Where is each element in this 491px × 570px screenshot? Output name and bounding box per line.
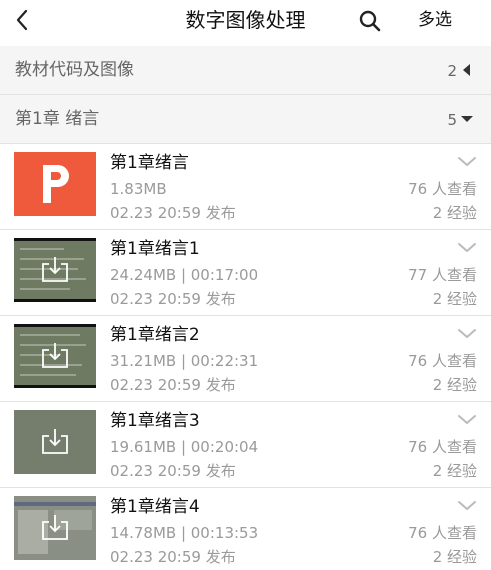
item-size: 1.83MB	[110, 180, 167, 198]
top-bar: 数字图像处理 多选	[0, 0, 491, 42]
triangle-down-icon	[461, 116, 473, 122]
item-experience: 2 经验	[432, 376, 477, 394]
item-views: 76 人查看	[408, 352, 477, 370]
chevron-down-icon[interactable]	[457, 328, 477, 340]
search-button[interactable]	[357, 8, 383, 34]
item-title: 第1章绪言2	[110, 325, 200, 345]
list-item[interactable]: 第1章绪言4 14.78MB | 00:13:53 02.23 20:59 发布…	[0, 488, 491, 570]
thumbnail-text	[20, 288, 70, 290]
section-label: 第1章 绪言	[15, 109, 100, 129]
triangle-left-icon	[463, 64, 470, 76]
multi-select-button[interactable]: 多选	[418, 6, 452, 34]
ppt-thumbnail	[14, 152, 96, 216]
list-item[interactable]: 第1章绪言2 31.21MB | 00:22:31 02.23 20:59 发布…	[0, 316, 491, 401]
item-date: 02.23 20:59 发布	[110, 204, 236, 222]
download-icon	[42, 343, 68, 368]
chevron-down-icon[interactable]	[457, 242, 477, 254]
item-views: 76 人查看	[408, 180, 477, 198]
item-date: 02.23 20:59 发布	[110, 290, 236, 308]
thumbnail-frame	[14, 299, 96, 302]
item-size-duration: 24.24MB | 00:17:00	[110, 266, 259, 284]
item-date: 02.23 20:59 发布	[110, 376, 236, 394]
item-views: 77 人查看	[408, 266, 477, 284]
section-count: 2	[447, 62, 457, 80]
list-item[interactable]: 第1章绪言1 24.24MB | 00:17:00 02.23 20:59 发布…	[0, 230, 491, 315]
item-experience: 2 经验	[432, 204, 477, 222]
item-title: 第1章绪言3	[110, 411, 200, 431]
item-experience: 2 经验	[432, 290, 477, 308]
download-icon	[42, 429, 68, 454]
chevron-down-icon[interactable]	[457, 414, 477, 426]
item-size-duration: 14.78MB | 00:13:53	[110, 524, 259, 542]
item-experience: 2 经验	[432, 462, 477, 480]
item-size-duration: 19.61MB | 00:20:04	[110, 438, 259, 456]
chevron-down-icon[interactable]	[457, 500, 477, 512]
download-icon	[42, 257, 68, 282]
item-date: 02.23 20:59 发布	[110, 548, 236, 566]
item-title: 第1章绪言4	[110, 497, 200, 517]
video-thumbnail	[14, 410, 96, 474]
item-title: 第1章绪言	[110, 153, 189, 173]
item-experience: 2 经验	[432, 548, 477, 566]
section-count: 5	[447, 111, 457, 129]
section-header-materials[interactable]: 教材代码及图像 2	[0, 46, 491, 94]
video-thumbnail	[14, 238, 96, 302]
item-views: 76 人查看	[408, 524, 477, 542]
thumbnail-titlebar	[14, 502, 96, 506]
item-views: 76 人查看	[408, 438, 477, 456]
thumbnail-text	[20, 248, 64, 250]
item-size-duration: 31.21MB | 00:22:31	[110, 352, 259, 370]
ppt-icon	[43, 165, 69, 203]
thumbnail-frame	[14, 324, 96, 327]
thumbnail-frame	[14, 238, 96, 241]
thumbnail-text	[20, 334, 80, 336]
video-thumbnail	[14, 324, 96, 388]
thumbnail-frame	[14, 385, 96, 388]
section-header-chapter1[interactable]: 第1章 绪言 5	[0, 95, 491, 143]
item-title: 第1章绪言1	[110, 239, 200, 259]
thumbnail-text	[20, 374, 76, 376]
chevron-down-icon[interactable]	[457, 156, 477, 168]
download-icon	[42, 515, 68, 540]
search-icon	[359, 10, 381, 32]
item-date: 02.23 20:59 发布	[110, 462, 236, 480]
list-item[interactable]: 第1章绪言 1.83MB 02.23 20:59 发布 76 人查看 2 经验	[0, 144, 491, 229]
video-thumbnail	[14, 496, 96, 560]
section-label: 教材代码及图像	[15, 60, 134, 80]
list-item[interactable]: 第1章绪言3 19.61MB | 00:20:04 02.23 20:59 发布…	[0, 402, 491, 487]
